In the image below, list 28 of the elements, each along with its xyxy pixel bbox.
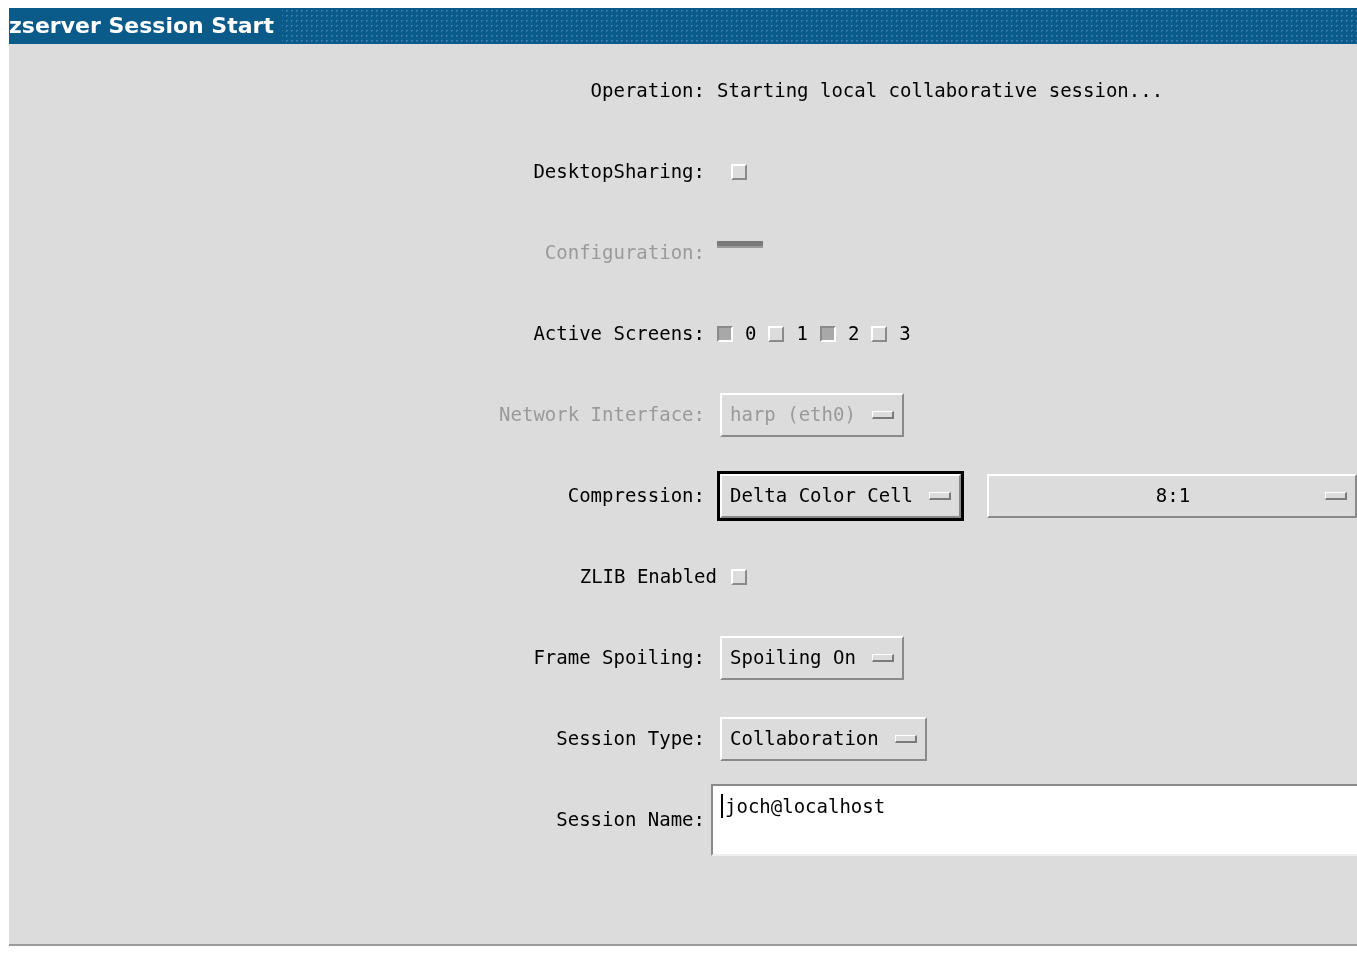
screen-number: 3 (899, 321, 911, 347)
field-label: ZLIB Enabled (579, 564, 717, 590)
menu-indicator-icon (871, 653, 894, 662)
menu-indicator-icon (929, 491, 952, 500)
field-label: Operation: (590, 78, 705, 104)
screen-number: 2 (847, 321, 860, 347)
field-label: Configuration: (544, 240, 705, 266)
option-menu[interactable]: Collaboration (720, 716, 927, 761)
window-title: zserver Session Start (9, 8, 282, 44)
option-menu[interactable]: Spoiling On (720, 635, 904, 680)
menu-indicator-icon (894, 734, 917, 743)
screen-number: 0 (745, 321, 757, 347)
session-name-field[interactable]: joch@localhost (711, 783, 1357, 856)
option-menu[interactable]: 8:1 (987, 473, 1357, 518)
operation-status: Starting local collaborative session... (717, 78, 1164, 104)
menu-indicator-icon (1325, 491, 1347, 500)
checkbox[interactable] (819, 325, 836, 342)
field-label: Network Interface: (499, 402, 705, 428)
menu-indicator-icon (871, 410, 894, 419)
field-label: Compression: (567, 483, 705, 509)
field-label: DesktopSharing: (533, 159, 705, 185)
option-menu[interactable]: Delta Color Cell (720, 473, 962, 518)
field-label: Session Type: (556, 726, 705, 752)
field-label: Session Name: (556, 807, 705, 833)
screen-number: 1 (796, 321, 808, 347)
field-label: Frame Spoiling: (533, 645, 705, 671)
field-label: Active Screens: (533, 321, 705, 347)
checkbox[interactable] (717, 325, 733, 342)
